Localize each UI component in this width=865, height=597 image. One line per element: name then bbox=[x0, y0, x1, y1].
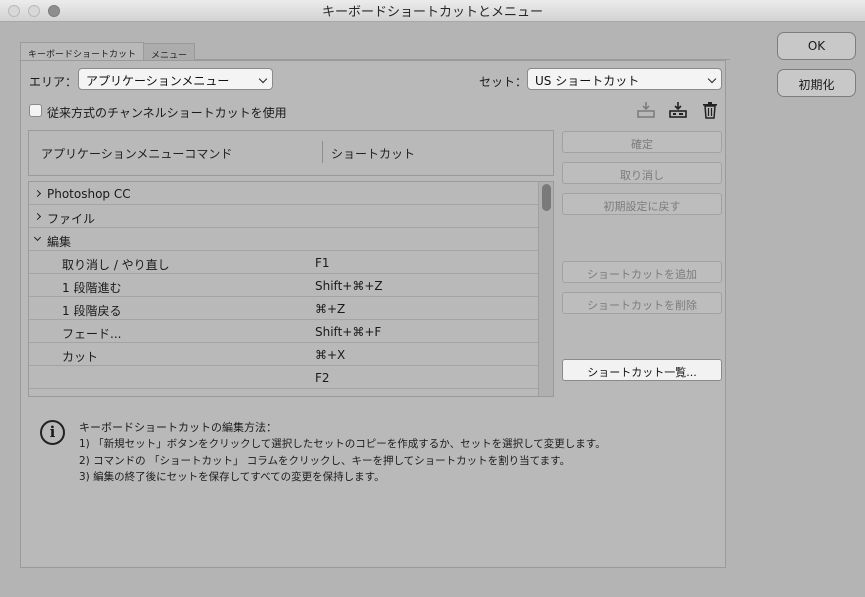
table-row[interactable]: カット ⌘+X bbox=[29, 343, 538, 366]
table-row[interactable]: F2 bbox=[29, 366, 538, 389]
set-select-value: US ショートカット bbox=[535, 74, 640, 88]
table-row[interactable]: ファイル bbox=[29, 205, 538, 228]
undo-button[interactable]: 取り消し bbox=[562, 162, 722, 184]
area-select-value: アプリケーションメニュー bbox=[86, 74, 230, 88]
set-select[interactable]: US ショートカット bbox=[527, 68, 722, 90]
tab-strip bbox=[185, 42, 730, 60]
row-command: フェード... bbox=[62, 327, 122, 341]
row-command: カット bbox=[62, 350, 99, 364]
info-icon: i bbox=[40, 420, 65, 445]
column-divider[interactable] bbox=[322, 141, 323, 163]
row-command: 取り消し / やり直し bbox=[62, 258, 170, 272]
row-command: 1 段階進む bbox=[62, 281, 122, 295]
table-row[interactable]: フェード... Shift+⌘+F bbox=[29, 320, 538, 343]
info-line: 2) コマンドの 「ショートカット」 コラムをクリックし、キーを押してショートカ… bbox=[79, 455, 571, 467]
row-command: 1 段階戻る bbox=[62, 304, 122, 318]
row-shortcut[interactable]: Shift+⌘+Z bbox=[315, 279, 383, 293]
tab-bar: キーボードショートカット メニュー bbox=[20, 42, 196, 61]
info-heading: キーボードショートカットの編集方法： bbox=[79, 421, 277, 434]
info-line: 1) 「新規セット」ボタンをクリックして選択したセットのコピーを作成するか、セッ… bbox=[79, 438, 606, 450]
command-column-header[interactable]: アプリケーションメニューコマンド bbox=[41, 145, 232, 162]
chevron-down-icon bbox=[707, 74, 717, 84]
area-select[interactable]: アプリケーションメニュー bbox=[78, 68, 273, 90]
row-shortcut[interactable]: F2 bbox=[315, 371, 330, 385]
delete-shortcut-button[interactable]: ショートカットを削除 bbox=[562, 292, 722, 314]
add-shortcut-button[interactable]: ショートカットを追加 bbox=[562, 261, 722, 283]
minimize-window-button[interactable] bbox=[28, 5, 40, 17]
summarize-button[interactable]: ショートカット一覧... bbox=[562, 359, 722, 381]
chevron-right-icon[interactable] bbox=[33, 212, 42, 221]
zoom-window-button[interactable] bbox=[48, 5, 60, 17]
window-title: キーボードショートカットとメニュー bbox=[321, 5, 543, 20]
area-label: エリア： bbox=[29, 75, 78, 89]
set-label: セット： bbox=[479, 75, 528, 89]
window-controls bbox=[8, 5, 60, 17]
table-header: アプリケーションメニューコマンド ショートカット bbox=[28, 130, 554, 176]
shortcuts-table: Photoshop CC ファイル 編集 取り消し / やり直し F1 1 段階… bbox=[28, 181, 554, 397]
delete-set-icon[interactable] bbox=[700, 101, 720, 119]
row-shortcut[interactable]: ⌘+Z bbox=[315, 302, 345, 316]
save-set-icon[interactable] bbox=[636, 101, 656, 119]
legacy-channel-shortcuts-label: 従来方式のチャンネルショートカットを使用 bbox=[47, 106, 287, 120]
row-command: ファイル bbox=[47, 212, 96, 226]
row-command: 編集 bbox=[47, 235, 72, 249]
table-row[interactable]: 取り消し / やり直し F1 bbox=[29, 251, 538, 274]
table-row-partial[interactable] bbox=[29, 389, 538, 396]
chevron-down-icon bbox=[258, 74, 268, 84]
tab-keyboard-shortcuts[interactable]: キーボードショートカット bbox=[20, 42, 145, 61]
tab-menus[interactable]: メニュー bbox=[143, 43, 196, 61]
table-scrollbar[interactable] bbox=[538, 182, 553, 396]
shortcut-column-header[interactable]: ショートカット bbox=[331, 145, 415, 162]
ok-button[interactable]: OK bbox=[777, 32, 856, 60]
reset-button[interactable]: 初期化 bbox=[777, 69, 856, 97]
table-row[interactable]: 1 段階戻る ⌘+Z bbox=[29, 297, 538, 320]
legacy-channel-shortcuts-checkbox[interactable] bbox=[29, 104, 42, 117]
row-shortcut[interactable]: F1 bbox=[315, 256, 330, 270]
chevron-down-icon[interactable] bbox=[33, 233, 42, 242]
table-row[interactable]: 1 段階進む Shift+⌘+Z bbox=[29, 274, 538, 297]
row-shortcut[interactable]: ⌘+X bbox=[315, 348, 345, 362]
new-set-icon[interactable] bbox=[668, 101, 688, 119]
use-default-button[interactable]: 初期設定に戻す bbox=[562, 193, 722, 215]
close-window-button[interactable] bbox=[8, 5, 20, 17]
table-row[interactable]: 編集 bbox=[29, 228, 538, 251]
row-shortcut[interactable]: Shift+⌘+F bbox=[315, 325, 381, 339]
info-line: 3) 編集の終了後にセットを保存してすべての変更を保持します。 bbox=[79, 471, 385, 483]
table-row[interactable]: Photoshop CC bbox=[29, 182, 538, 205]
row-command: Photoshop CC bbox=[47, 187, 131, 201]
accept-button[interactable]: 確定 bbox=[562, 131, 722, 153]
scrollbar-thumb[interactable] bbox=[542, 184, 551, 211]
chevron-right-icon[interactable] bbox=[33, 189, 42, 198]
title-bar: キーボードショートカットとメニュー bbox=[0, 0, 865, 22]
